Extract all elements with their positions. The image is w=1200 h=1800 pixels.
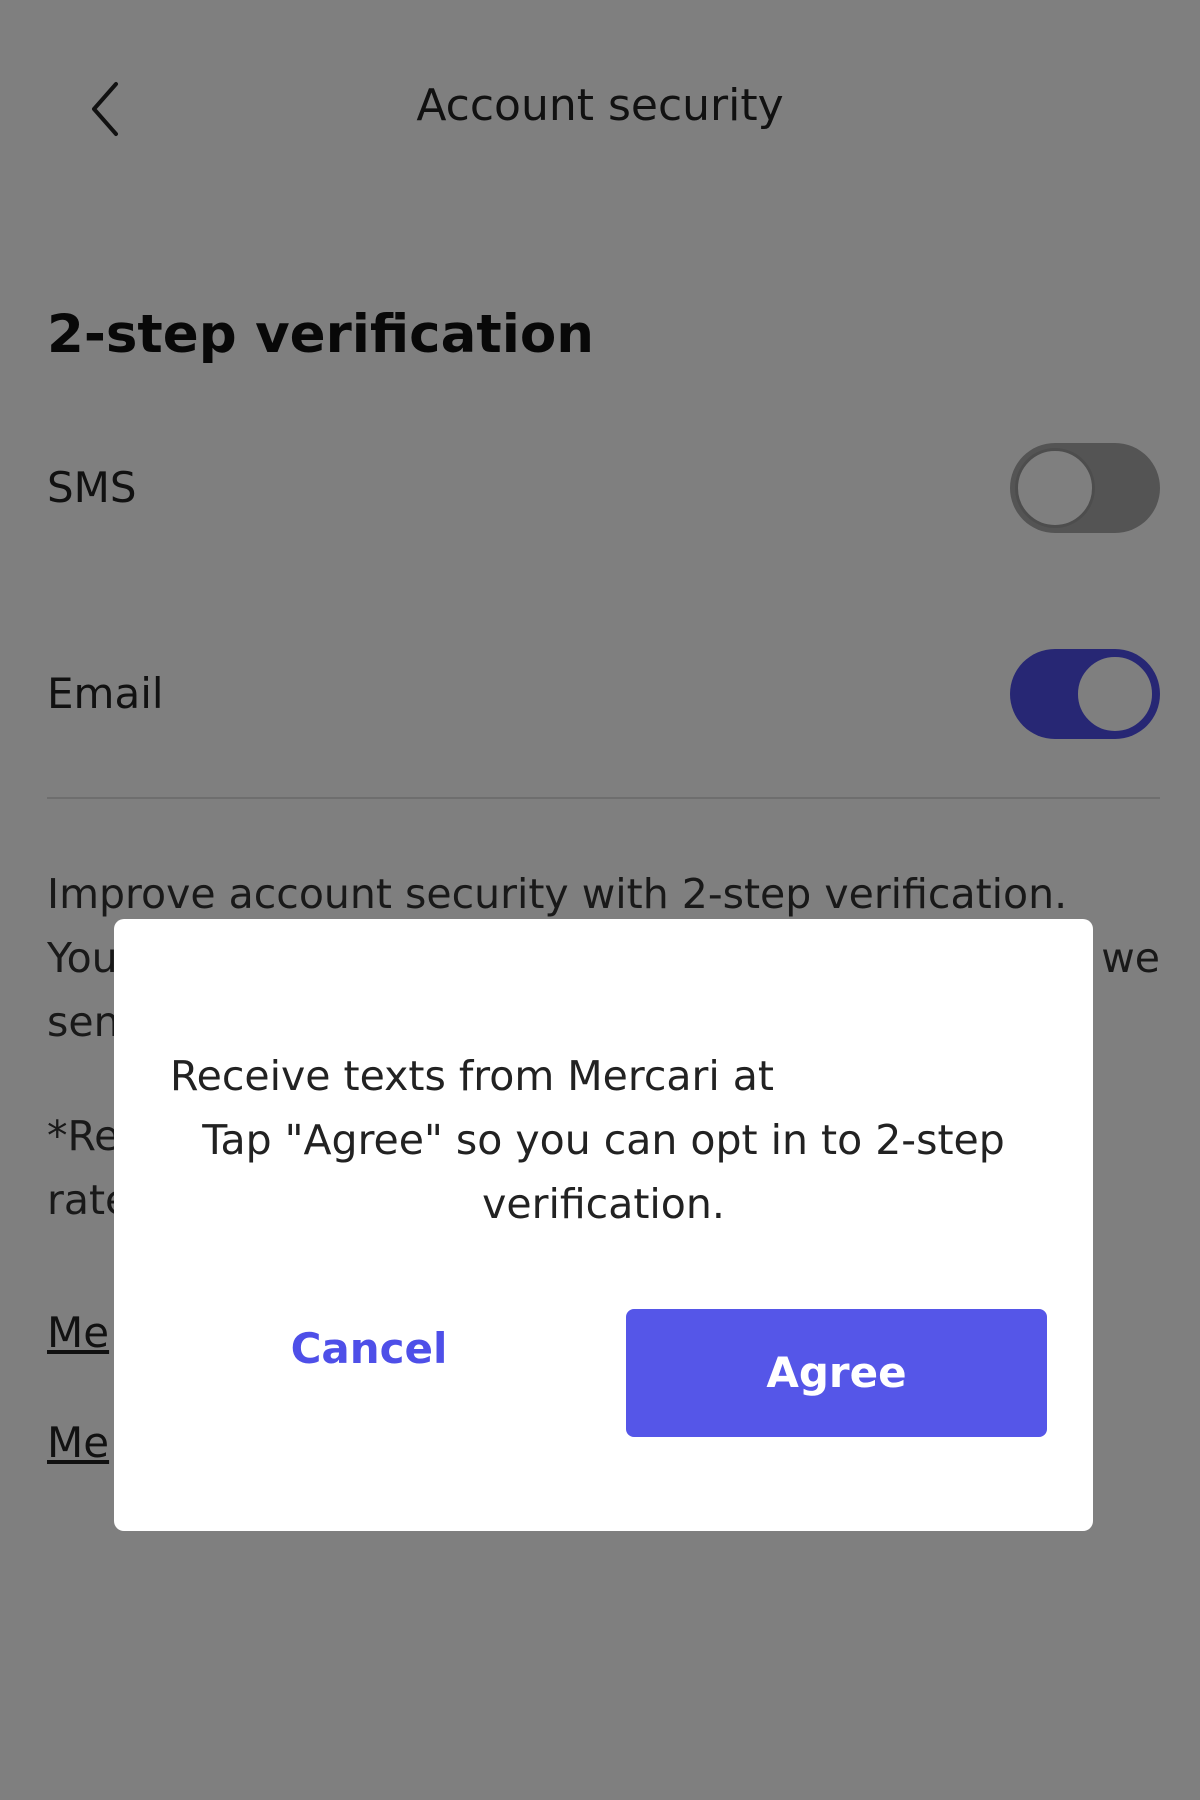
sms-consent-dialog: Receive texts from Mercari at Tap "Agree…	[114, 919, 1093, 1531]
dialog-message: Receive texts from Mercari at Tap "Agree…	[114, 1044, 1093, 1236]
cancel-button[interactable]: Cancel	[254, 1309, 484, 1389]
agree-button[interactable]: Agree	[626, 1309, 1047, 1437]
dialog-line-2: Tap "Agree" so you can opt in to 2-step	[202, 1116, 1005, 1164]
dialog-line-3: verification.	[482, 1180, 725, 1228]
dialog-line-1: Receive texts from Mercari at	[170, 1052, 775, 1100]
